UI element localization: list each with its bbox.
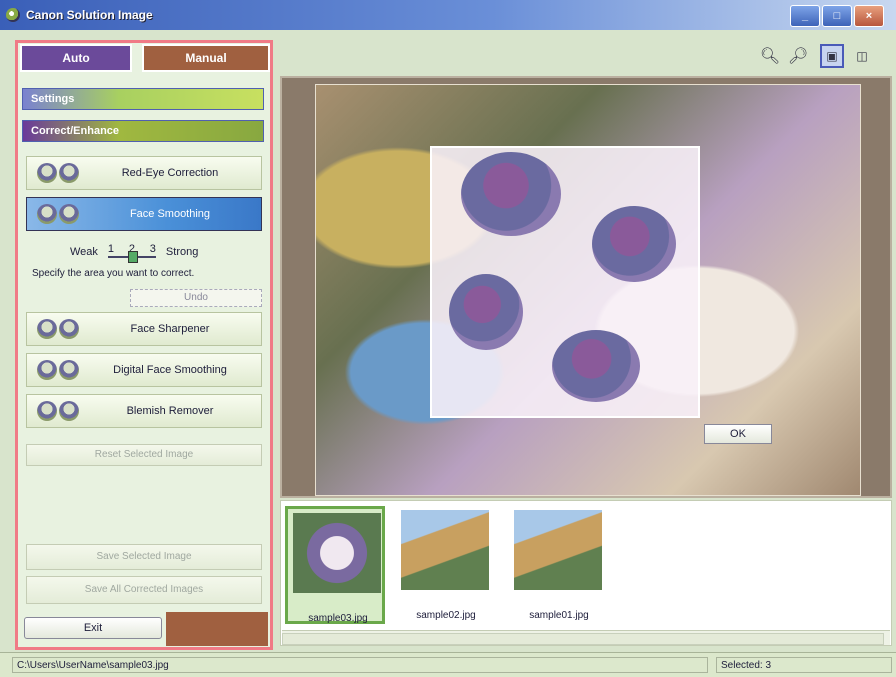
tab-manual[interactable]: Manual [142,44,270,72]
exit-area [166,612,268,646]
scrollbar-thumb[interactable] [282,633,884,645]
full-view-icon[interactable]: ▣ [820,44,844,68]
ok-button[interactable]: OK [704,424,772,444]
face-smoothing-button[interactable]: Face Smoothing [26,197,262,231]
thumbnail-name: sample01.jpg [529,610,589,621]
strength-control: Weak 1 2 3 Strong [70,240,240,264]
settings-header[interactable]: Settings [22,88,264,110]
zoom-in-icon[interactable]: 🔍︎ [758,44,782,68]
red-eye-icon [35,160,87,186]
digital-face-smoothing-label: Digital Face Smoothing [113,364,227,376]
thumbnail-image [514,510,602,590]
status-file-path: C:\Users\UserName\sample03.jpg [12,657,708,673]
thumbnail-item[interactable]: sample01.jpg [509,506,609,624]
zoom-out-icon[interactable]: 🔎︎ [786,44,810,68]
undo-button[interactable]: Undo [130,289,262,307]
digital-face-smoothing-button[interactable]: Digital Face Smoothing [26,353,262,387]
slider-thumb[interactable] [127,251,138,263]
blemish-remover-label: Blemish Remover [126,405,214,417]
face-region [449,274,523,350]
red-eye-label: Red-Eye Correction [121,167,219,179]
save-all-corrected-images-button[interactable]: Save All Corrected Images [26,576,262,604]
correct-enhance-header[interactable]: Correct/Enhance [22,120,264,142]
thumbnail-item[interactable]: sample03.jpg [285,506,385,624]
title-bar: Canon Solution Image [0,0,896,30]
face-sharpener-icon [35,316,87,342]
reset-selected-image-button[interactable]: Reset Selected Image [26,444,262,466]
thumbnail-item[interactable]: sample02.jpg [396,506,496,624]
exit-button[interactable]: Exit [24,617,162,639]
blemish-remover-button[interactable]: Blemish Remover [26,394,262,428]
window-title: Canon Solution Image [26,8,153,22]
face-region [592,206,676,282]
blemish-remover-icon [35,398,87,424]
close-button[interactable]: × [854,5,884,27]
red-eye-correction-button[interactable]: Red-Eye Correction [26,156,262,190]
digital-face-smoothing-icon [35,357,87,383]
thumbnail-image [401,510,489,590]
compare-view-icon[interactable]: ◫ [850,44,874,68]
thumbnail-scrollbar[interactable] [282,630,890,645]
maximize-button[interactable]: □ [822,5,852,27]
tick-1: 1 [107,243,115,255]
face-smoothing-icon [35,201,87,227]
thumbnail-name: sample03.jpg [308,613,368,624]
status-selected-count: Selected: 3 [716,657,892,673]
area-hint: Specify the area you want to correct. [32,268,195,279]
face-region [552,330,640,402]
tab-auto[interactable]: Auto [20,44,132,72]
status-bar: C:\Users\UserName\sample03.jpg Selected:… [0,652,896,677]
tick-3: 3 [149,243,156,255]
minimize-button[interactable]: _ [790,5,820,27]
face-smoothing-label: Face Smoothing [129,208,211,220]
thumbnail-name: sample02.jpg [416,610,476,621]
face-sharpener-button[interactable]: Face Sharpener [26,312,262,346]
app-icon [6,8,20,22]
weak-label: Weak [70,246,98,258]
strong-label: Strong [165,246,199,258]
face-region [461,152,561,236]
face-sharpener-label: Face Sharpener [130,323,210,335]
strength-slider[interactable]: 1 2 3 [107,243,156,263]
thumbnail-image [293,513,381,593]
save-selected-image-button[interactable]: Save Selected Image [26,544,262,570]
